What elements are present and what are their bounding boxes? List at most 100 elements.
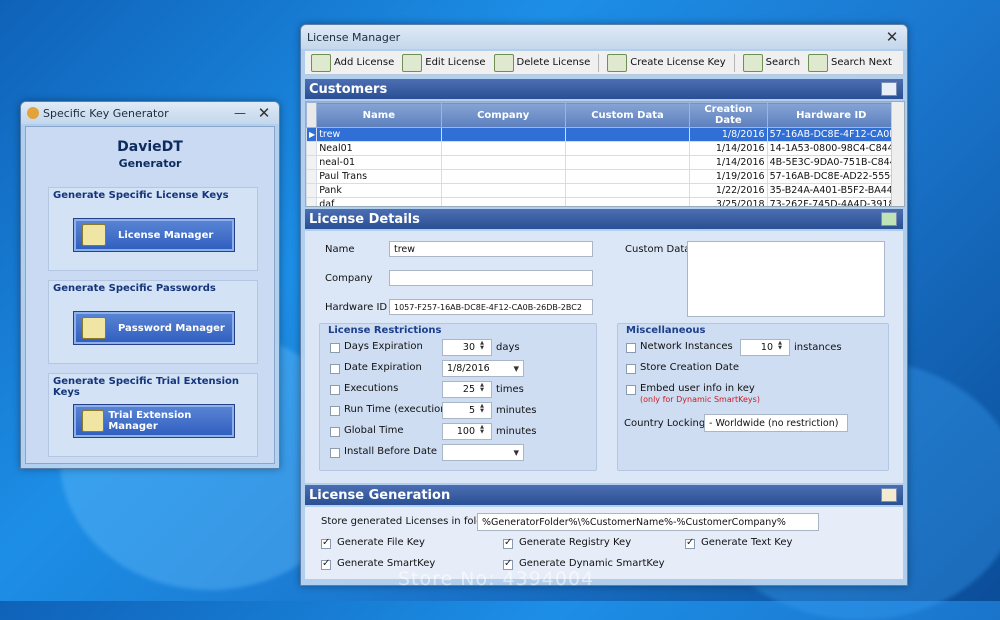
executions-label: Executions xyxy=(344,383,399,394)
license-generation-panel: Store generated Licenses in folder: %Gen… xyxy=(305,507,903,579)
smartkey-checkbox[interactable] xyxy=(321,558,331,570)
table-row[interactable]: Neal01 1/14/2016 14-1A53-0800-98C4-C844-… xyxy=(306,141,897,156)
company-field[interactable] xyxy=(389,270,593,286)
cell-date: 1/22/2016 xyxy=(689,183,768,198)
country-locking-field[interactable]: - Worldwide (no restriction) xyxy=(704,414,848,432)
custom-data-label: Custom Data xyxy=(625,244,691,255)
padlock-icon xyxy=(82,410,105,432)
cell-date: 1/8/2016 xyxy=(689,127,768,142)
date-expiration-picker[interactable]: 1/8/2016 xyxy=(442,360,524,377)
date-expiration-label: Date Expiration xyxy=(344,362,422,373)
edit-license-button[interactable]: Edit License xyxy=(402,53,486,72)
cell-name: trew xyxy=(316,127,442,142)
row-pointer xyxy=(306,155,318,170)
date-expiration-checkbox[interactable] xyxy=(330,364,340,374)
embed-user-info-checkbox[interactable] xyxy=(626,385,636,395)
table-row[interactable]: Pank 1/22/2016 35-B24A-A401-B5F2-BA44-8D xyxy=(306,183,897,198)
global-time-label: Global Time xyxy=(344,425,404,436)
customers-header: Customers xyxy=(305,79,903,99)
toolbar-separator xyxy=(733,53,735,72)
executions-spinner[interactable]: 25 xyxy=(442,381,492,398)
license-keys-group: Generate Specific License Keys License M… xyxy=(48,187,258,271)
cell-company xyxy=(440,183,566,198)
days-expiration-spinner[interactable]: 30 xyxy=(442,339,492,356)
table-row[interactable]: Paul Trans 1/19/2016 57-16AB-DC8E-AD22-5… xyxy=(306,169,897,184)
name-field[interactable]: trew xyxy=(389,241,593,257)
column-header-hardware-id[interactable]: Hardware ID xyxy=(766,102,897,128)
executions-checkbox[interactable] xyxy=(330,385,340,395)
days-unit: days xyxy=(496,342,520,353)
runtime-label: Run Time (execution) xyxy=(344,404,451,415)
window-title: Specific Key Generator xyxy=(43,106,169,120)
delete-license-button[interactable]: Delete License xyxy=(493,53,590,72)
customers-panel-icon[interactable] xyxy=(881,82,897,96)
cell-date: 1/14/2016 xyxy=(689,155,768,170)
row-pointer xyxy=(306,169,318,184)
file-key-checkbox[interactable] xyxy=(321,537,331,549)
global-time-checkbox[interactable] xyxy=(330,427,340,437)
add-license-icon xyxy=(311,53,331,72)
search-icon xyxy=(742,53,763,72)
column-header-creation-date[interactable]: Creation Date xyxy=(689,102,768,128)
cell-company xyxy=(440,197,566,206)
file-key-label: Generate File Key xyxy=(337,537,425,548)
create-key-icon xyxy=(607,53,628,72)
generator-heading: DavieDT xyxy=(117,139,183,155)
cell-name: neal-01 xyxy=(316,155,442,170)
create-license-key-button[interactable]: Create License Key xyxy=(607,53,726,72)
store-watermark: Store No: 4394004 xyxy=(398,568,595,590)
text-key-checkbox[interactable] xyxy=(685,537,695,549)
details-panel-icon[interactable] xyxy=(881,212,897,226)
cell-hwid: 4B-5E3C-9DA0-751B-C844-10 xyxy=(766,155,897,170)
custom-data-field[interactable] xyxy=(687,241,885,317)
search-next-button[interactable]: Search Next xyxy=(808,53,892,72)
trial-extension-manager-button[interactable]: Trial Extension Manager xyxy=(73,404,235,438)
folder-label: Store generated Licenses in folder: xyxy=(321,516,497,527)
days-expiration-checkbox[interactable] xyxy=(330,343,340,353)
generator-subheading: Generator xyxy=(118,157,182,170)
table-row[interactable]: ▶ trew 1/8/2016 57-16AB-DC8E-4F12-CA0B-2… xyxy=(306,127,897,142)
cell-date: 1/14/2016 xyxy=(689,141,768,156)
miscellaneous-group: Miscellaneous Network Instances 10 insta… xyxy=(617,323,889,471)
license-restrictions-group: License Restrictions Days Expiration 30 … xyxy=(319,323,597,471)
cell-hwid: 14-1A53-0800-98C4-C844-10 xyxy=(766,141,897,156)
runtime-spinner[interactable]: 5 xyxy=(442,402,492,419)
window-title: License Manager xyxy=(307,30,401,44)
install-before-checkbox[interactable] xyxy=(330,448,340,458)
customers-grid: Name Company Custom Data Creation Date H… xyxy=(305,101,905,207)
network-instances-checkbox[interactable] xyxy=(626,343,636,353)
row-pointer xyxy=(306,141,318,156)
store-creation-date-checkbox[interactable] xyxy=(626,364,636,374)
global-time-spinner[interactable]: 100 xyxy=(442,423,492,440)
column-header-company[interactable]: Company xyxy=(440,102,566,128)
cell-hwid: 73-262F-745D-4A4D-3918-FD xyxy=(766,197,897,206)
close-icon[interactable]: ✕ xyxy=(255,104,273,122)
license-manager-button[interactable]: License Manager xyxy=(73,218,235,252)
minimize-icon[interactable]: — xyxy=(231,106,249,120)
column-header-name[interactable]: Name xyxy=(316,102,442,128)
folder-field[interactable]: %GeneratorFolder%\%CustomerName%-%Custom… xyxy=(477,513,819,531)
password-manager-button[interactable]: Password Manager xyxy=(73,311,235,345)
network-instances-spinner[interactable]: 10 xyxy=(740,339,790,356)
embed-user-info-label: Embed user info in key xyxy=(640,383,755,394)
cell-hwid: 57-16AB-DC8E-4F12-CA0B-26 xyxy=(766,127,897,142)
add-license-button[interactable]: Add License xyxy=(311,53,394,72)
license-manager-window: License Manager ✕ Add License Edit Licen… xyxy=(300,24,908,586)
close-icon[interactable]: ✕ xyxy=(883,28,901,46)
registry-key-checkbox[interactable] xyxy=(503,537,513,549)
group-header: Generate Specific License Keys xyxy=(53,190,229,201)
grid-scrollbar[interactable] xyxy=(891,102,904,206)
generation-panel-icon[interactable] xyxy=(881,488,897,502)
cell-company xyxy=(440,127,566,142)
company-label: Company xyxy=(325,273,373,284)
search-button[interactable]: Search xyxy=(742,53,800,72)
hardware-id-field[interactable]: 1057-F257-16AB-DC8E-4F12-CA0B-26DB-2BC2 xyxy=(389,299,593,315)
runtime-checkbox[interactable] xyxy=(330,406,340,416)
cell-company xyxy=(440,169,566,184)
button-label: Trial Extension Manager xyxy=(108,410,192,432)
table-row[interactable]: daf 3/25/2018 73-262F-745D-4A4D-3918-FD xyxy=(306,197,897,206)
install-before-picker[interactable] xyxy=(442,444,524,461)
table-row[interactable]: neal-01 1/14/2016 4B-5E3C-9DA0-751B-C844… xyxy=(306,155,897,170)
column-header-custom-data[interactable]: Custom Data xyxy=(564,102,691,128)
edit-license-icon xyxy=(402,53,423,72)
